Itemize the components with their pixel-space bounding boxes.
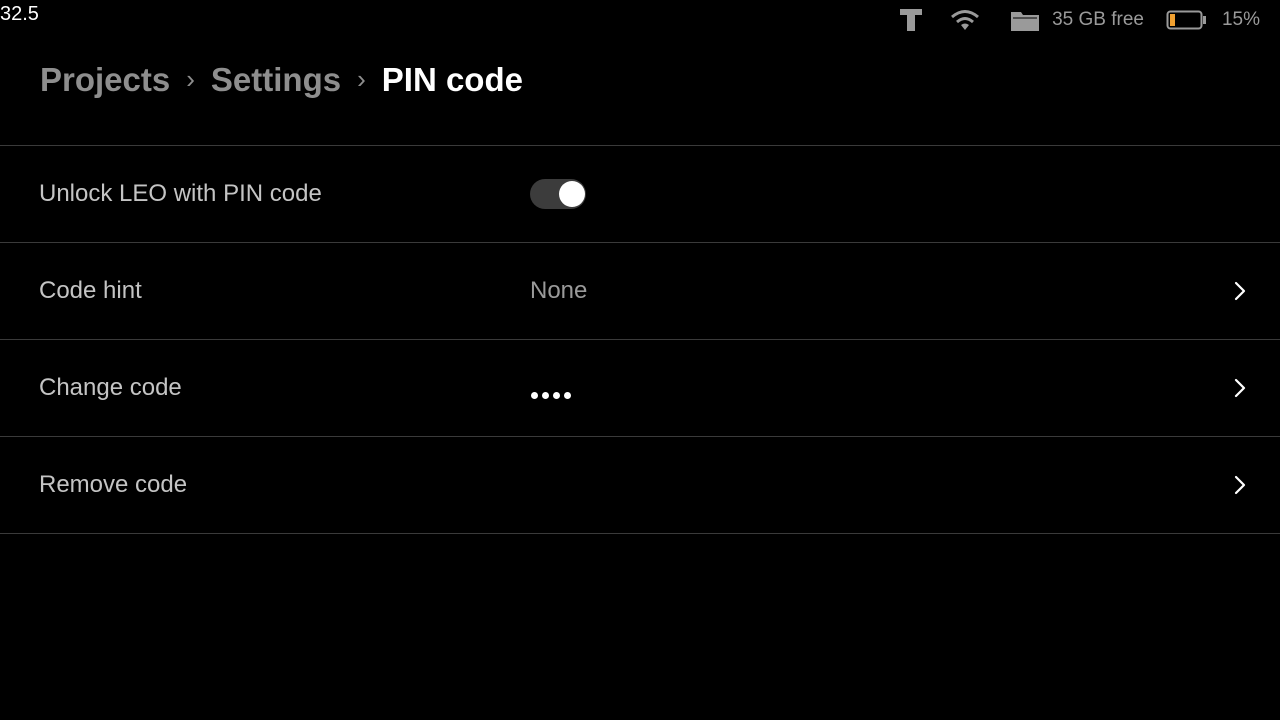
folder-icon [1010,8,1040,32]
wifi-icon [950,8,980,32]
unlock-with-pin-row[interactable]: Unlock LEO with PIN code [0,146,1280,243]
status-bar: 35 GB free 15% [898,0,1260,40]
breadcrumb: Projects › Settings › PIN code [40,58,523,102]
masked-pin [531,392,571,399]
tool-icon [898,7,924,33]
battery-fill [1169,14,1175,26]
change-code-label: Change code [39,374,182,401]
battery-icon [1166,9,1208,31]
chevron-right-icon [1234,281,1246,301]
breadcrumb-separator: › [186,63,195,94]
toggle-knob [559,181,585,207]
breadcrumb-separator: › [357,63,366,94]
breadcrumb-projects[interactable]: Projects [40,61,170,99]
code-hint-row[interactable]: Code hint None [0,243,1280,340]
change-code-row[interactable]: Change code [0,340,1280,437]
storage-free-text: 35 GB free [1052,9,1144,30]
code-hint-value: None [530,277,588,304]
remove-code-label: Remove code [39,471,188,498]
chevron-right-icon [1234,475,1246,495]
pin-dot [542,392,549,399]
breadcrumb-settings[interactable]: Settings [211,61,341,99]
pin-dot [531,392,538,399]
pin-dot [553,392,560,399]
unlock-with-pin-label: Unlock LEO with PIN code [39,180,322,207]
pin-dot [564,392,571,399]
page-title: PIN code [381,61,523,98]
settings-list: Unlock LEO with PIN code Code hint None … [0,145,1280,534]
corner-readout: 32.5 [0,3,39,25]
chevron-right-icon [1234,378,1246,398]
unlock-with-pin-toggle[interactable] [530,179,586,209]
code-hint-label: Code hint [39,277,142,304]
battery-percent: 15% [1221,9,1260,30]
remove-code-row[interactable]: Remove code [0,437,1280,534]
